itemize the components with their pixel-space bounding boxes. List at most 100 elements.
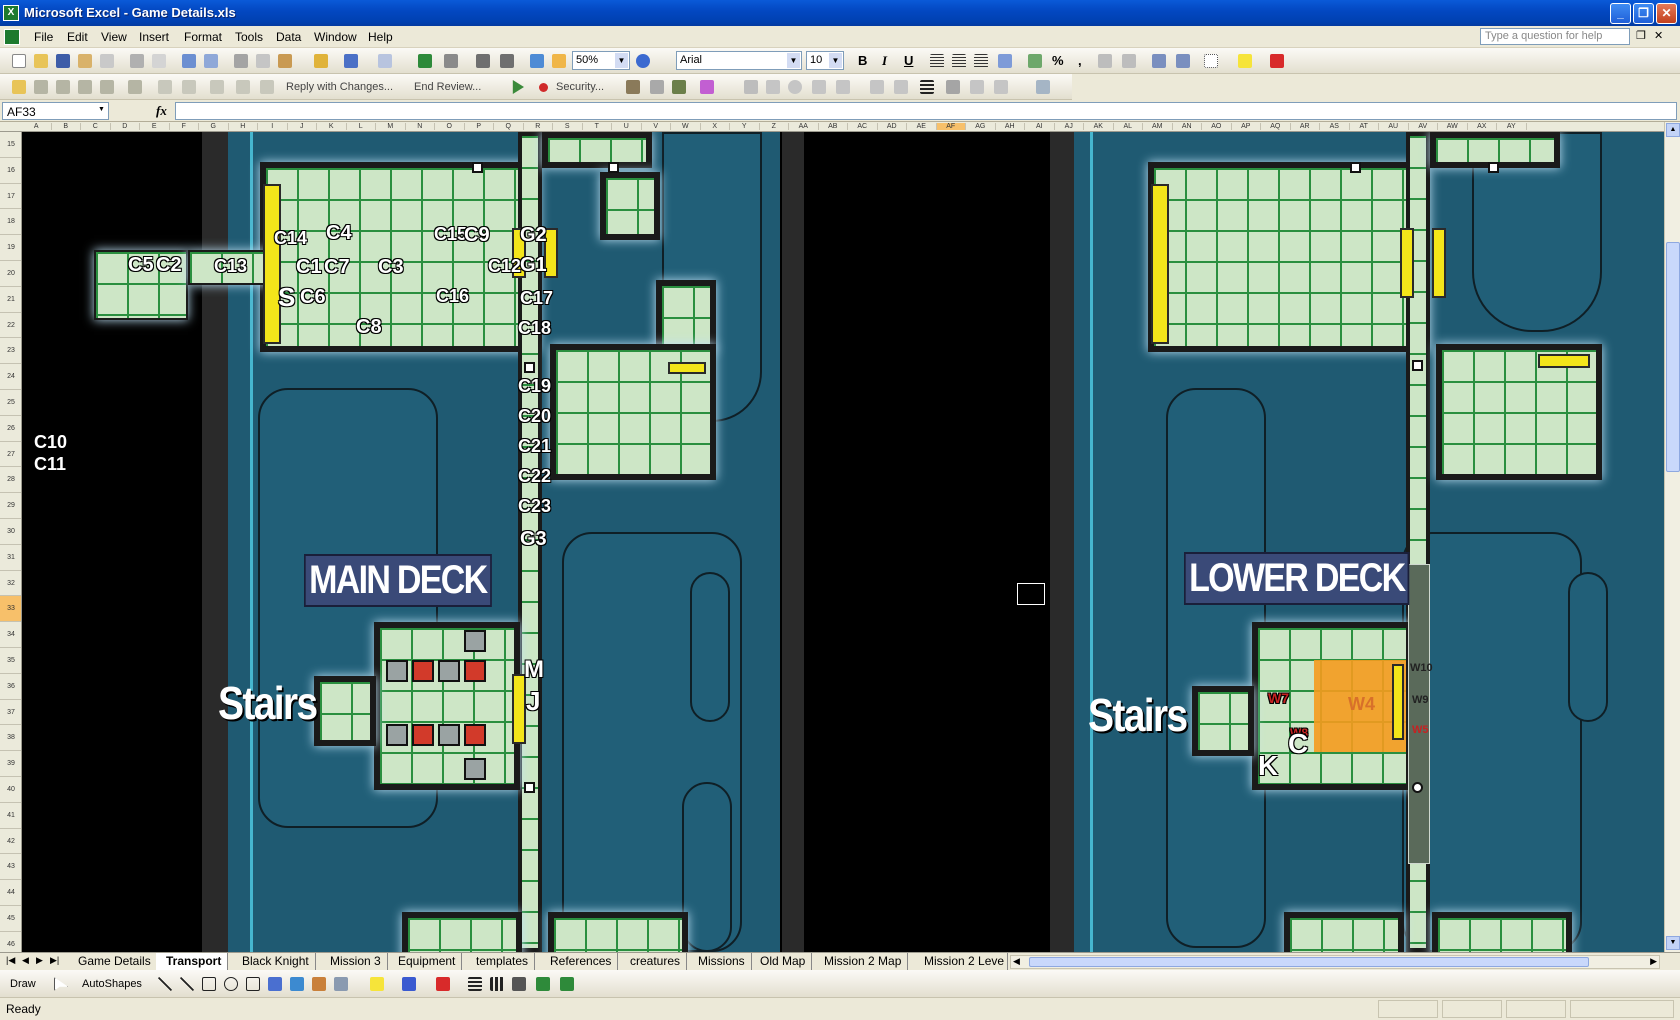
decrease-indent-icon[interactable] — [1150, 52, 1168, 70]
chevron-down-icon[interactable]: ▼ — [98, 106, 105, 113]
column-header[interactable]: W — [671, 123, 701, 130]
row-header[interactable]: 40 — [0, 777, 21, 803]
shadow-style-icon[interactable] — [534, 975, 552, 993]
circle-tool-icon[interactable] — [786, 78, 804, 96]
show-comment-icon[interactable] — [98, 78, 116, 96]
row-header[interactable]: 39 — [0, 751, 21, 777]
first-sheet-icon[interactable]: |◀ — [6, 955, 15, 966]
column-header[interactable]: AL — [1114, 123, 1143, 130]
column-header[interactable]: AW — [1438, 123, 1468, 130]
align-center-icon[interactable] — [950, 52, 968, 70]
dash-style-icon[interactable] — [488, 975, 506, 993]
column-header[interactable]: AI — [1025, 123, 1055, 130]
new-comment-icon[interactable] — [32, 78, 50, 96]
previous-comment-icon[interactable] — [54, 78, 72, 96]
format-painter-icon[interactable] — [312, 52, 330, 70]
pen-icon[interactable] — [992, 78, 1010, 96]
mdi-restore-button[interactable]: ❐ — [1636, 29, 1646, 42]
column-header[interactable]: AJ — [1055, 123, 1084, 130]
italic-button[interactable]: I — [882, 53, 887, 69]
selected-cell[interactable] — [1014, 580, 1048, 608]
column-header[interactable]: AR — [1291, 123, 1320, 130]
arrow-style-icon[interactable] — [510, 975, 528, 993]
menu-file[interactable]: File — [34, 30, 53, 44]
merge-workbooks-icon[interactable] — [234, 78, 252, 96]
picture-icon[interactable] — [1034, 78, 1052, 96]
row-header[interactable]: 30 — [0, 519, 21, 545]
line-weight-icon[interactable] — [918, 78, 936, 96]
column-header[interactable]: AD — [878, 123, 907, 130]
excel-app-icon[interactable]: X — [3, 5, 19, 21]
mdi-close-button[interactable]: ✕ — [1654, 29, 1663, 42]
row-header[interactable]: 27 — [0, 442, 21, 468]
crop-icon[interactable] — [944, 78, 962, 96]
column-header[interactable]: E — [140, 123, 170, 130]
menu-edit[interactable]: Edit — [67, 30, 88, 44]
accept-changes-icon[interactable] — [180, 78, 198, 96]
chevron-down-icon[interactable]: ▼ — [787, 53, 800, 68]
column-header[interactable]: C — [81, 123, 111, 130]
new-icon[interactable] — [10, 52, 28, 70]
column-header[interactable]: AO — [1202, 123, 1232, 130]
sheet-canvas[interactable]: C5 C2 C13 C14 C4 C1 C7 C3 C15 C9 C12 S C… — [22, 132, 1664, 952]
script-editor-icon[interactable] — [698, 78, 716, 96]
currency-icon[interactable] — [1026, 52, 1044, 70]
tab-references[interactable]: References — [540, 953, 619, 970]
row-header[interactable]: 22 — [0, 313, 21, 339]
column-header[interactable]: AT — [1350, 123, 1379, 130]
name-box[interactable]: AF33 — [2, 102, 109, 120]
menu-data[interactable]: Data — [276, 30, 301, 44]
minimize-button[interactable]: _ — [1610, 3, 1631, 24]
column-header[interactable]: H — [229, 123, 258, 130]
open-icon[interactable] — [32, 52, 50, 70]
workbook-icon[interactable] — [4, 29, 20, 45]
insert-picture-icon[interactable] — [332, 975, 350, 993]
tab-mission-2-map[interactable]: Mission 2 Map — [814, 953, 909, 970]
distribute-icon[interactable] — [892, 78, 910, 96]
menu-format[interactable]: Format — [184, 30, 222, 44]
last-sheet-icon[interactable]: ▶| — [50, 955, 59, 966]
autoshapes-menu-button[interactable]: AutoShapes — [82, 978, 142, 990]
tab-creatures[interactable]: creatures — [620, 953, 688, 970]
line-icon[interactable] — [156, 975, 174, 993]
percent-button[interactable]: % — [1052, 53, 1064, 68]
email-icon[interactable] — [98, 52, 116, 70]
align-tool-icon[interactable] — [868, 78, 886, 96]
column-header[interactable]: X — [701, 123, 730, 130]
row-header[interactable]: 37 — [0, 700, 21, 726]
restore-button[interactable]: ❐ — [1633, 3, 1654, 24]
row-header[interactable]: 16 — [0, 158, 21, 184]
end-review-button[interactable]: End Review... — [414, 81, 481, 93]
chart-wizard-icon[interactable] — [528, 52, 546, 70]
column-header[interactable]: AA — [789, 123, 819, 130]
cut-icon[interactable] — [232, 52, 250, 70]
permission-icon[interactable] — [76, 52, 94, 70]
research-icon[interactable] — [202, 52, 220, 70]
tab-transport[interactable]: Transport — [156, 953, 229, 970]
row-header[interactable]: 28 — [0, 467, 21, 494]
font-color-icon[interactable] — [1268, 52, 1286, 70]
hyperlink-icon[interactable] — [416, 52, 434, 70]
column-header[interactable]: P — [465, 123, 494, 130]
row-header[interactable]: 21 — [0, 287, 21, 313]
column-header[interactable]: AC — [848, 123, 878, 130]
row-header[interactable]: 20 — [0, 261, 21, 287]
tab-old-map[interactable]: Old Map — [750, 953, 813, 970]
row-header[interactable]: 45 — [0, 906, 21, 932]
column-header[interactable]: AS — [1320, 123, 1350, 130]
row-header[interactable]: 42 — [0, 829, 21, 855]
tab-game-details[interactable]: Game Details — [68, 953, 158, 970]
row-header[interactable]: 23 — [0, 338, 21, 365]
help-icon[interactable] — [634, 52, 652, 70]
row-header[interactable]: 29 — [0, 493, 21, 519]
row-header[interactable]: 24 — [0, 364, 21, 390]
control-toolbox-icon[interactable] — [648, 78, 666, 96]
decrease-decimal-icon[interactable] — [1120, 52, 1138, 70]
close-button[interactable]: ✕ — [1656, 3, 1677, 24]
design-mode-icon[interactable] — [670, 78, 688, 96]
column-header[interactable]: AV — [1409, 123, 1438, 130]
row-header[interactable]: 41 — [0, 803, 21, 829]
row-header[interactable]: 15 — [0, 132, 21, 158]
tools-icon[interactable] — [624, 78, 642, 96]
column-header[interactable]: R — [524, 123, 553, 130]
